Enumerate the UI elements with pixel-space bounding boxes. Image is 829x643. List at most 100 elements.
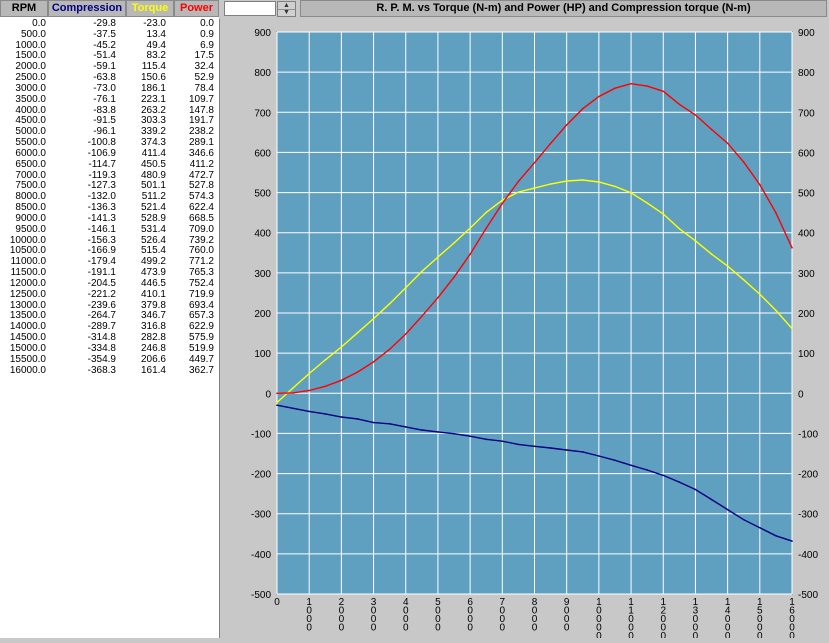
table-row: 6500.0 -114.7 450.5 411.2 — [0, 158, 219, 171]
compression-cell: -146.1 — [87, 223, 116, 235]
data-point-torque — [469, 227, 471, 229]
y-tick-label-left: 700 — [254, 108, 271, 119]
table-rows: 0.0 -29.8 -23.0 0.0 500.0 -37.5 13.4 0.9 1000.0-… — [0, 18, 219, 376]
data-point-torque — [453, 242, 455, 244]
y-tick-label-left: 0 — [265, 389, 271, 400]
torque-column-header[interactable]: Torque — [126, 0, 174, 17]
y-tick-label-left: 100 — [254, 349, 271, 360]
data-point-power — [565, 124, 568, 126]
rpm-header-label: RPM — [11, 2, 37, 14]
compression-column-header[interactable]: Compression — [48, 0, 126, 17]
x-tick-label: 10000 — [596, 597, 602, 638]
data-point-torque — [775, 309, 777, 312]
compression-cell: -354.9 — [87, 353, 116, 365]
data-point-compression — [726, 508, 729, 511]
data-point-compression — [372, 421, 375, 424]
y-tick-label-right: 600 — [798, 148, 815, 159]
y-tick-label-right: -100 — [798, 429, 818, 440]
data-point-compression — [501, 440, 504, 442]
y-tick-label-right: 200 — [798, 309, 815, 320]
data-point-torque — [501, 199, 504, 202]
x-tick-label: 7000 — [500, 597, 506, 634]
y-tick-label-left: -300 — [251, 510, 271, 521]
data-point-power — [340, 379, 343, 382]
data-point-torque — [404, 286, 407, 289]
spinner-buttons: ▲ ▼ — [277, 1, 296, 17]
data-point-torque — [694, 240, 697, 242]
data-point-power — [437, 296, 439, 299]
power-cell: 411.2 — [189, 158, 214, 170]
spinner-down-arrow-icon[interactable]: ▼ — [278, 9, 295, 16]
y-tick-label-left: -500 — [251, 590, 271, 601]
data-point-torque — [742, 278, 745, 281]
data-point-compression — [340, 416, 343, 418]
data-point-power — [324, 385, 327, 388]
data-point-torque — [388, 302, 391, 305]
data-point-compression — [742, 518, 745, 521]
x-tick-label: 4000 — [403, 597, 409, 634]
data-point-torque — [549, 183, 552, 185]
table-row: 15500.0 -354.9 206.6 449.7 — [0, 353, 219, 366]
data-point-compression — [388, 423, 391, 425]
data-point-compression — [775, 534, 777, 537]
torque-cell: 410.1 — [140, 288, 166, 300]
power-column-header[interactable]: Power — [174, 0, 219, 17]
y-tick-label-right: -400 — [798, 550, 818, 561]
data-point-power — [614, 87, 616, 89]
table-row: 3500.0 -76.1 223.1 109.7 — [0, 93, 219, 106]
power-cell: 709.0 — [188, 223, 214, 235]
data-point-power — [662, 90, 665, 93]
data-point-power — [742, 161, 745, 163]
data-point-torque — [565, 180, 568, 182]
y-tick-label-right: -300 — [798, 510, 818, 521]
data-point-power — [356, 371, 359, 373]
rpm-cell: 9500.0 — [15, 223, 46, 235]
x-tick-label: 14000 — [725, 597, 731, 638]
x-tick-label: 2000 — [339, 597, 345, 634]
data-point-power — [791, 246, 793, 249]
data-point-power — [372, 361, 375, 363]
data-point-compression — [791, 540, 793, 542]
data-point-torque — [372, 317, 375, 320]
x-tick-label: 0 — [274, 597, 280, 608]
data-point-power — [710, 128, 713, 131]
power-cell: 362.7 — [188, 364, 214, 376]
data-point-power — [726, 142, 729, 145]
data-point-power — [549, 142, 552, 145]
data-point-power — [308, 389, 310, 392]
data-point-compression — [421, 429, 423, 431]
data-point-power — [421, 315, 423, 318]
torque-cell: 206.6 — [140, 353, 166, 365]
y-tick-label-left: 400 — [254, 229, 271, 240]
data-point-torque — [356, 332, 359, 334]
rpm-spinner-input[interactable] — [224, 1, 276, 16]
y-tick-label-right: 900 — [798, 28, 815, 39]
torque-cell: 450.5 — [140, 158, 166, 170]
x-tick-label: 5000 — [435, 597, 441, 634]
y-tick-label-right: 400 — [798, 229, 815, 240]
data-point-torque — [421, 270, 423, 273]
data-point-compression — [614, 459, 616, 462]
data-point-compression — [581, 451, 584, 453]
torque-header-label: Torque — [131, 2, 169, 14]
data-point-torque — [437, 256, 439, 258]
data-point-torque — [485, 211, 488, 214]
data-point-compression — [533, 445, 536, 448]
chart-area: 900 900 800 800 700 700 600 600 500 500 400 400 300 3… — [238, 19, 829, 642]
y-tick-label-right: 100 — [798, 349, 815, 360]
x-tick-label: 15000 — [757, 597, 763, 638]
data-point-power — [276, 392, 278, 395]
x-tick-label: 13000 — [693, 597, 699, 638]
y-tick-label-left: -400 — [251, 550, 271, 561]
rpm-cell: 3500.0 — [15, 93, 46, 105]
torque-cell: 223.1 — [140, 93, 166, 105]
data-point-power — [388, 348, 391, 351]
rpm-column-header[interactable]: RPM — [0, 0, 48, 17]
data-point-torque — [533, 187, 536, 189]
data-point-torque — [678, 227, 681, 230]
data-point-compression — [324, 413, 327, 415]
data-point-power — [469, 253, 471, 255]
torque-cell: 161.4 — [140, 364, 166, 376]
data-point-compression — [646, 469, 648, 471]
data-point-power — [581, 107, 584, 110]
